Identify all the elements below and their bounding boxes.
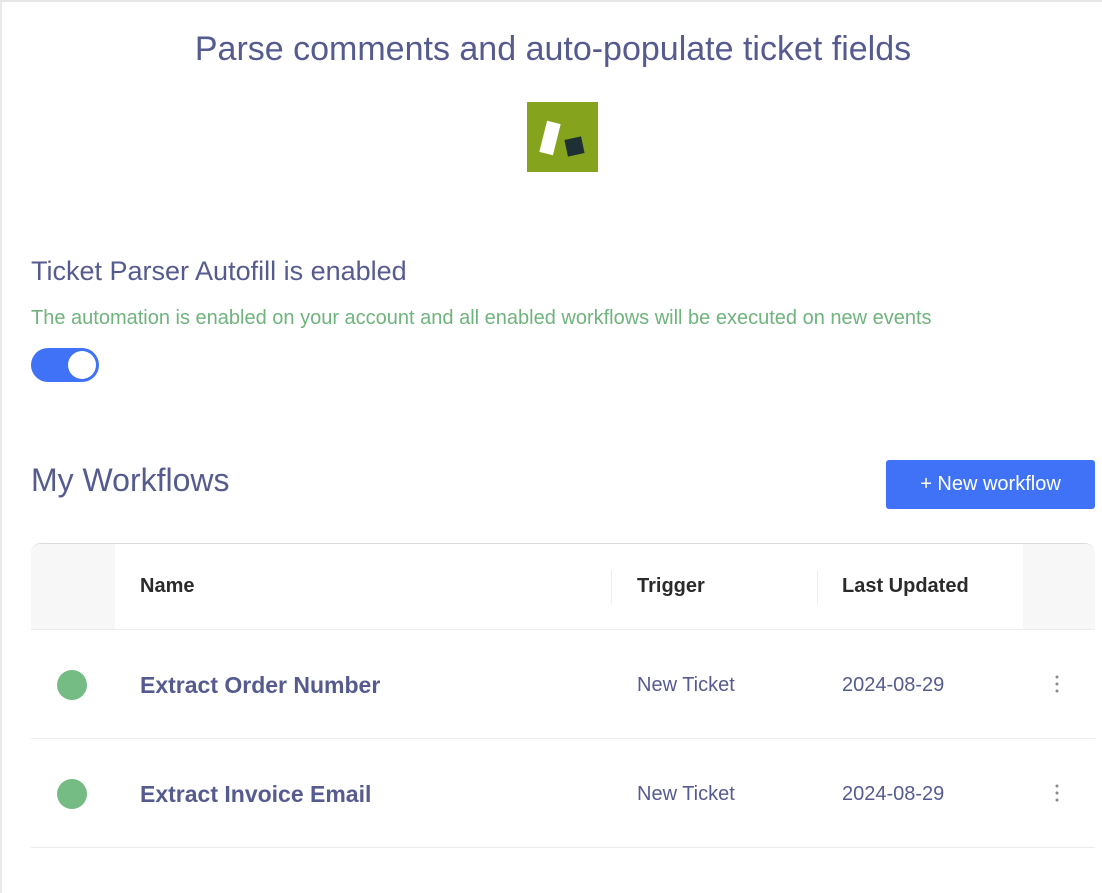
status-description: The automation is enabled on your accoun… xyxy=(31,307,932,329)
workflow-trigger: New Ticket xyxy=(637,674,735,696)
new-workflow-button[interactable]: + New workflow xyxy=(886,460,1095,509)
workflow-last-updated: 2024-08-29 xyxy=(842,783,945,805)
workflow-trigger: New Ticket xyxy=(637,783,735,805)
app-frame: Parse comments and auto-populate ticket … xyxy=(0,0,1102,893)
workflow-name-link[interactable]: Extract Invoice Email xyxy=(140,781,371,808)
table-row[interactable]: Extract Invoice Email New Ticket 2024-08… xyxy=(31,739,1095,848)
workflows-section-title: My Workflows xyxy=(31,462,230,498)
page-title: Parse comments and auto-populate ticket … xyxy=(194,30,912,68)
app-logo-icon xyxy=(527,102,598,172)
table-row[interactable]: Extract Order Number New Ticket 2024-08-… xyxy=(31,630,1095,739)
kebab-menu-icon[interactable] xyxy=(1049,670,1065,700)
status-heading: Ticket Parser Autofill is enabled xyxy=(31,256,407,286)
toggle-knob xyxy=(68,351,96,379)
workflows-table: Name Trigger Last Updated Extract Order … xyxy=(31,543,1095,849)
column-header-name[interactable]: Name xyxy=(140,575,194,598)
workflow-name-link[interactable]: Extract Order Number xyxy=(140,672,380,699)
column-header-trigger[interactable]: Trigger xyxy=(637,575,705,598)
status-dot-icon xyxy=(57,779,87,809)
status-dot-icon xyxy=(57,670,87,700)
workflow-last-updated: 2024-08-29 xyxy=(842,674,945,696)
table-header: Name Trigger Last Updated xyxy=(31,544,1095,630)
automation-toggle[interactable] xyxy=(31,348,99,382)
kebab-menu-icon[interactable] xyxy=(1049,779,1065,809)
column-header-last-updated[interactable]: Last Updated xyxy=(842,575,969,598)
